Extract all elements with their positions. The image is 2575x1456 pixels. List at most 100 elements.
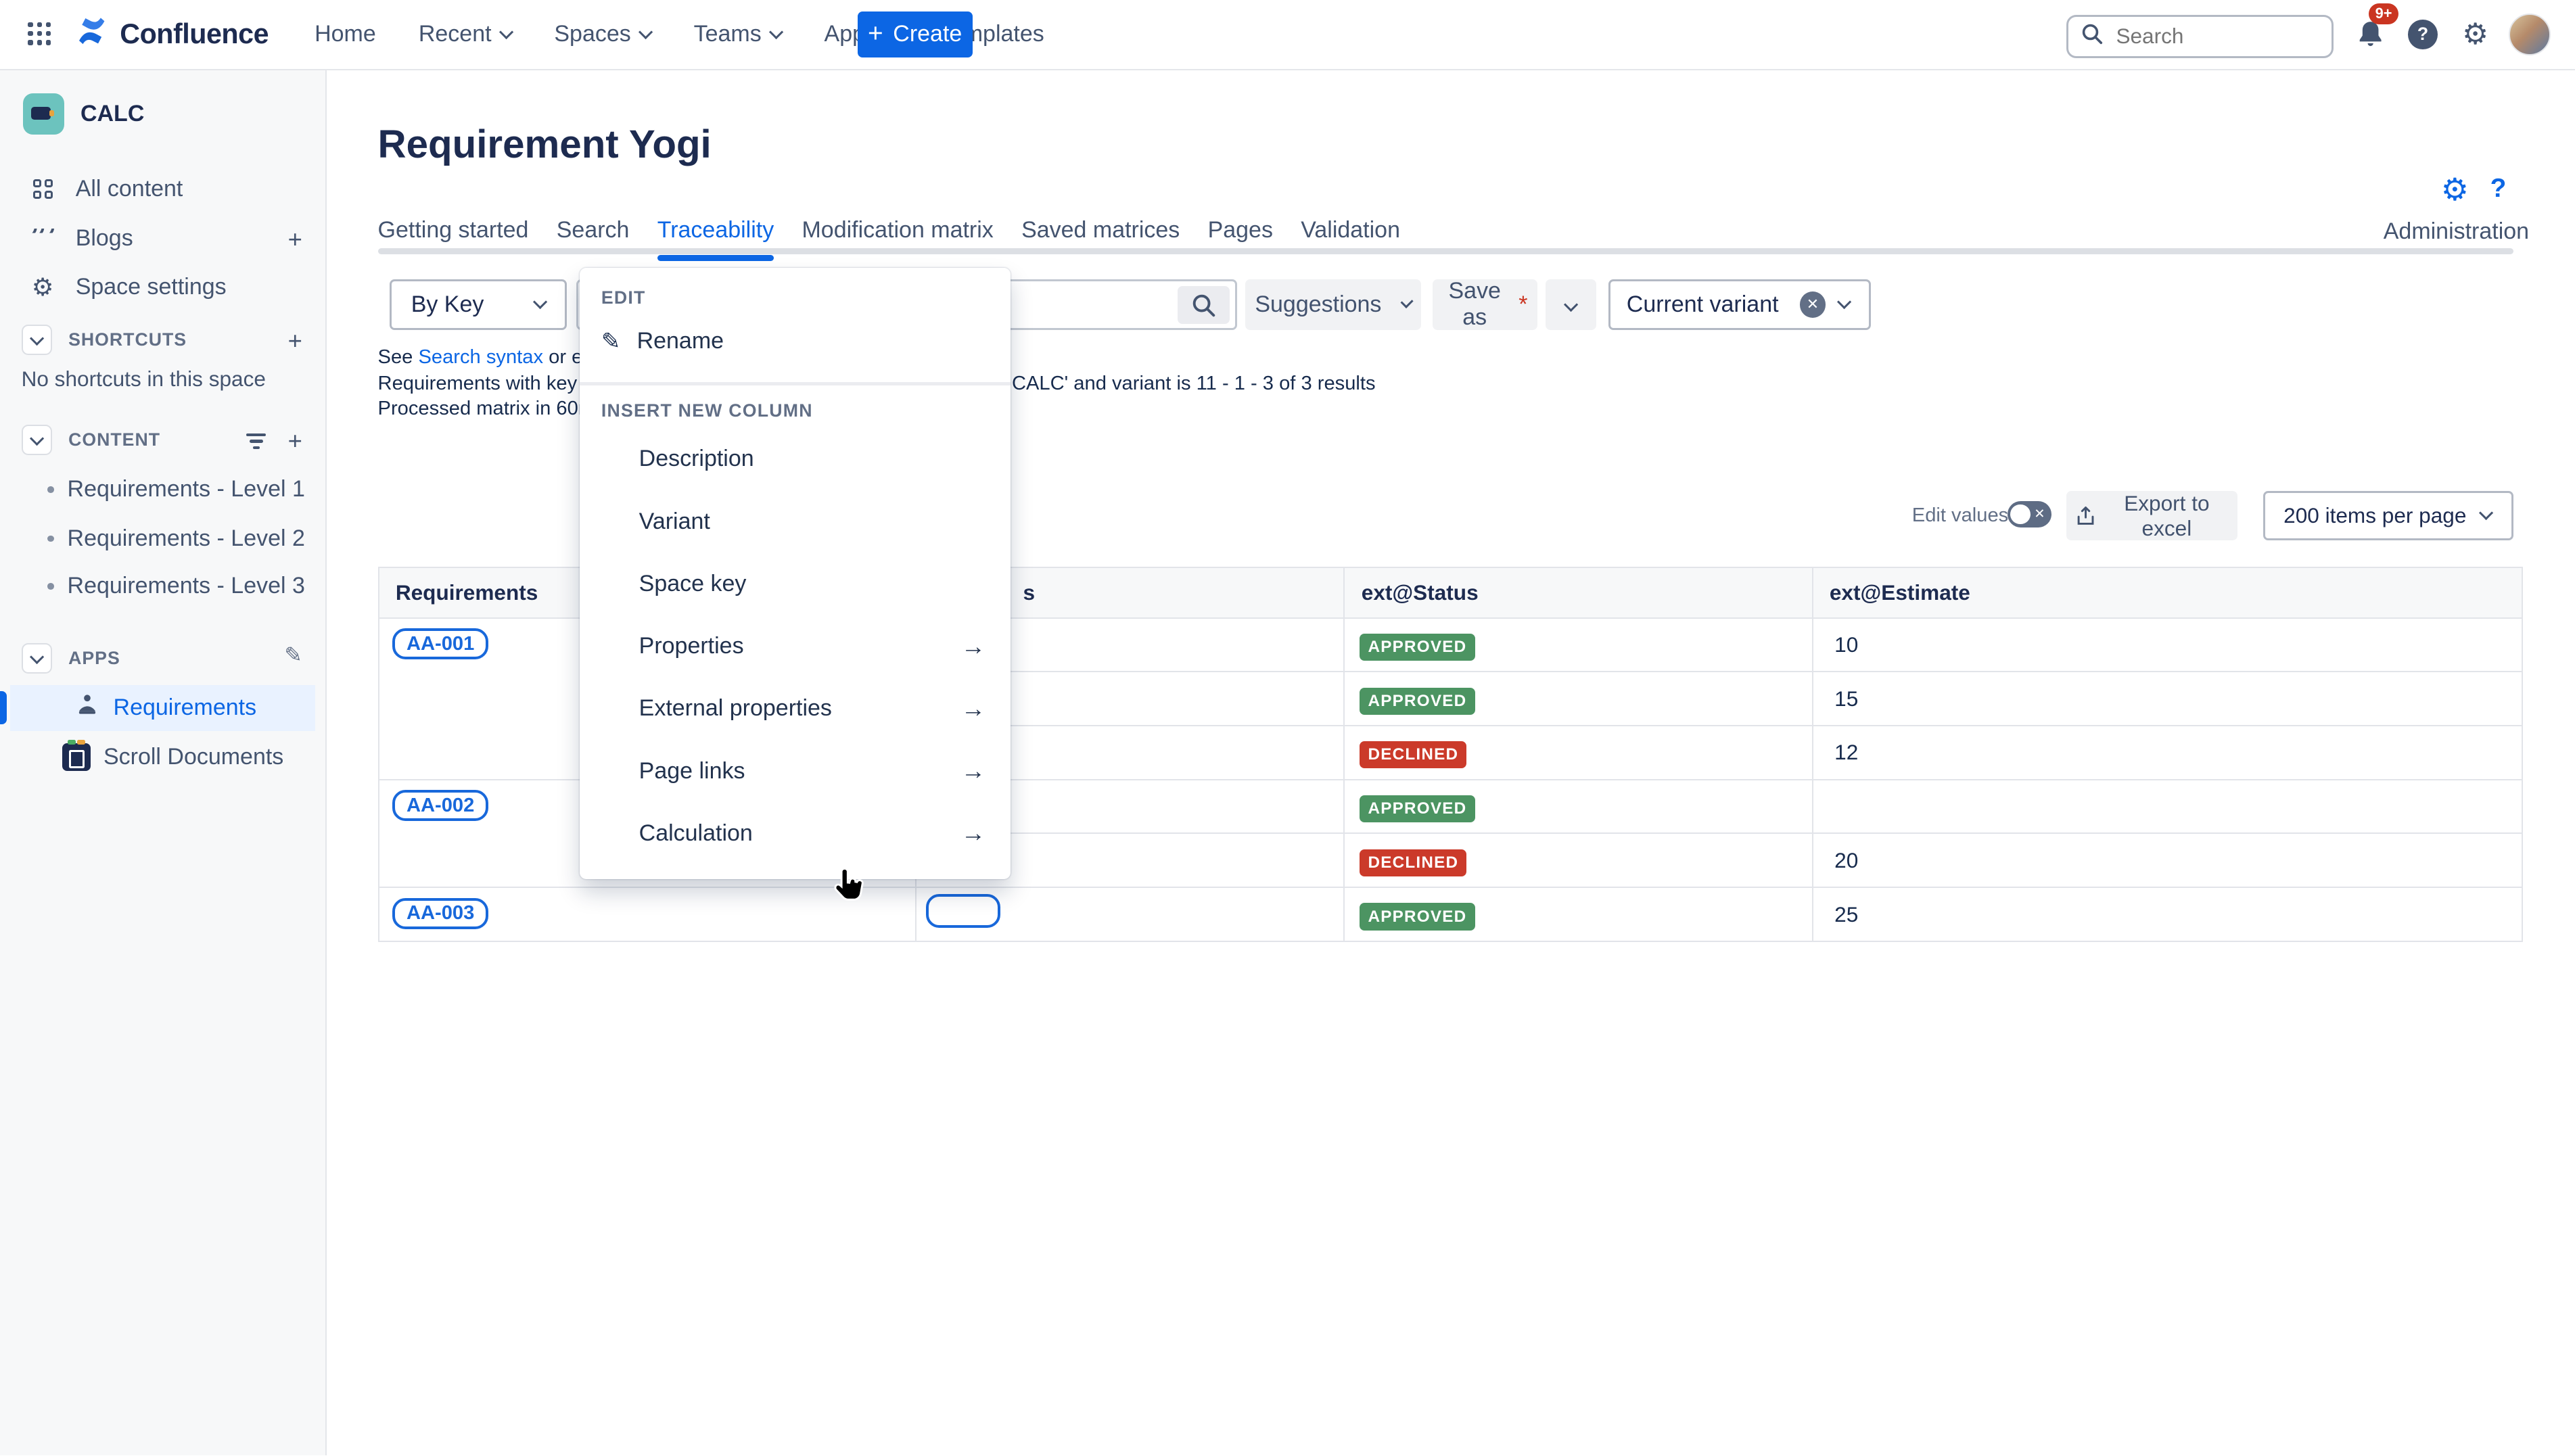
shortcuts-title: SHORTCUTS bbox=[68, 329, 187, 350]
space-icon bbox=[23, 93, 64, 135]
sidebar-app-requirements[interactable]: Requirements bbox=[0, 685, 325, 731]
status-badge: DECLINED bbox=[1360, 849, 1466, 876]
content-header: CONTENT + bbox=[0, 421, 325, 460]
app-switcher-icon[interactable] bbox=[28, 22, 52, 47]
sidebar-page-level1[interactable]: Requirements - Level 1 bbox=[0, 468, 325, 511]
page-gear-icon[interactable]: ⚙ bbox=[2441, 171, 2469, 208]
space-settings-gear-icon: ⚙ bbox=[30, 273, 56, 302]
col-ext-estimate[interactable]: ext@Estimate bbox=[1813, 567, 2522, 618]
clear-variant-icon[interactable]: ✕ bbox=[1800, 291, 1826, 318]
sidebar-item-blogs[interactable]: ”” Blogs + bbox=[0, 215, 325, 261]
tab-pages[interactable]: Pages bbox=[1208, 217, 1273, 256]
plus-icon: + bbox=[868, 19, 883, 49]
submenu-arrow-icon: → bbox=[961, 632, 985, 661]
scroll-documents-icon bbox=[62, 743, 90, 771]
estimate-value: 15 bbox=[1813, 672, 2522, 726]
collapse-shortcuts-button[interactable] bbox=[22, 325, 52, 355]
apps-header: APPS ✎ bbox=[0, 639, 325, 678]
search-input[interactable] bbox=[2113, 22, 2300, 51]
add-content-icon[interactable]: + bbox=[288, 427, 302, 455]
pencil-icon: ✎ bbox=[601, 328, 620, 355]
tab-getting-started[interactable]: Getting started bbox=[378, 217, 529, 256]
requirement-key-lozenge[interactable]: AA-002 bbox=[392, 790, 488, 821]
submenu-arrow-icon: → bbox=[961, 695, 985, 723]
menu-item-variant[interactable]: Variant bbox=[580, 490, 1010, 553]
column-context-menu: EDIT ✎ Rename INSERT NEW COLUMN Descript… bbox=[580, 268, 1010, 880]
page-help-icon[interactable]: ? bbox=[2490, 174, 2507, 204]
filter-icon[interactable] bbox=[246, 433, 266, 449]
menu-item-external-properties[interactable]: External properties→ bbox=[580, 678, 1010, 740]
tab-modification-matrix[interactable]: Modification matrix bbox=[802, 217, 994, 256]
add-blog-icon[interactable]: + bbox=[288, 225, 302, 254]
collapse-apps-button[interactable] bbox=[22, 643, 52, 674]
by-key-select[interactable]: By Key bbox=[390, 279, 567, 330]
nav-spaces[interactable]: Spaces bbox=[554, 21, 651, 47]
sidebar-item-space-settings[interactable]: ⚙ Space settings bbox=[0, 264, 325, 310]
requirement-key-lozenge[interactable]: AA-001 bbox=[392, 628, 488, 659]
menu-item-space-key[interactable]: Space key bbox=[580, 553, 1010, 615]
page-title: Requirement Yogi bbox=[378, 122, 712, 167]
menu-item-rename[interactable]: ✎ Rename bbox=[580, 312, 1010, 371]
collapse-content-button[interactable] bbox=[22, 425, 52, 455]
export-to-excel-button[interactable]: Export to excel bbox=[2066, 491, 2237, 540]
sidebar-app-scroll-documents[interactable]: Scroll Documents bbox=[0, 734, 325, 780]
settings-button[interactable]: ⚙ bbox=[2454, 13, 2497, 55]
notification-badge: 9+ bbox=[2369, 3, 2398, 24]
confluence-logo[interactable]: Confluence bbox=[74, 13, 269, 55]
toggle-off-icon: ✕ bbox=[2034, 506, 2045, 522]
partially-hidden-lozenge[interactable] bbox=[926, 894, 1000, 927]
save-as-more-button[interactable] bbox=[1546, 279, 1596, 330]
nav-recent[interactable]: Recent bbox=[419, 21, 511, 47]
tab-validation[interactable]: Validation bbox=[1301, 217, 1400, 256]
notifications-button[interactable]: 9+ bbox=[2349, 13, 2392, 55]
sidebar: CALC All content ”” Blogs + ⚙ Space sett… bbox=[0, 70, 327, 1455]
all-content-icon bbox=[30, 179, 56, 199]
items-per-page-select[interactable]: 200 items per page bbox=[2263, 491, 2513, 540]
global-search[interactable] bbox=[2066, 15, 2334, 58]
bullet-icon bbox=[47, 486, 54, 493]
edit-values-toggle[interactable]: ✕ bbox=[2008, 501, 2052, 527]
menu-item-properties[interactable]: Properties→ bbox=[580, 615, 1010, 677]
suggestions-button[interactable]: Suggestions bbox=[1245, 279, 1421, 330]
help-button[interactable]: ? bbox=[2401, 13, 2444, 55]
menu-edit-header: EDIT bbox=[601, 287, 1011, 308]
confluence-app: Confluence Home Recent Spaces Teams Apps… bbox=[0, 0, 2575, 1455]
estimate-value: 12 bbox=[1813, 726, 2522, 780]
sidebar-page-level2[interactable]: Requirements - Level 2 bbox=[0, 517, 325, 560]
tab-saved-matrices[interactable]: Saved matrices bbox=[1021, 217, 1180, 256]
chevron-down-icon bbox=[639, 25, 653, 39]
requirement-key-lozenge[interactable]: AA-003 bbox=[392, 898, 488, 929]
variant-select[interactable]: Current variant ✕ bbox=[1608, 279, 1872, 330]
space-name: CALC bbox=[80, 101, 144, 127]
sidebar-page-level3[interactable]: Requirements - Level 3 bbox=[0, 565, 325, 607]
question-icon: ? bbox=[2408, 20, 2438, 49]
menu-divider bbox=[580, 382, 1010, 385]
chevron-down-icon bbox=[532, 295, 547, 309]
run-search-button[interactable] bbox=[1178, 286, 1230, 324]
shortcuts-empty-text: No shortcuts in this space bbox=[22, 367, 266, 392]
space-header[interactable]: CALC bbox=[23, 93, 144, 135]
required-asterisk: * bbox=[1518, 291, 1527, 318]
administration-link[interactable]: Administration bbox=[2384, 218, 2529, 245]
avatar bbox=[2509, 14, 2551, 55]
tab-search[interactable]: Search bbox=[557, 217, 630, 256]
sidebar-item-all-content[interactable]: All content bbox=[0, 166, 325, 212]
search-syntax-link[interactable]: Search syntax bbox=[418, 346, 543, 368]
create-button[interactable]: +Create bbox=[858, 11, 973, 57]
edit-apps-pencil-icon[interactable]: ✎ bbox=[284, 642, 302, 667]
profile-button[interactable] bbox=[2508, 13, 2551, 55]
nav-teams[interactable]: Teams bbox=[694, 21, 782, 47]
save-as-button[interactable]: Save as* bbox=[1433, 279, 1537, 330]
estimate-value: 10 bbox=[1813, 618, 2522, 672]
status-badge: APPROVED bbox=[1360, 634, 1475, 661]
chevron-down-icon bbox=[1400, 296, 1413, 308]
col-ext-status[interactable]: ext@Status bbox=[1344, 567, 1812, 618]
nav-home[interactable]: Home bbox=[315, 21, 376, 47]
menu-item-calculation[interactable]: Calculation→ bbox=[580, 802, 1010, 864]
estimate-value: 25 bbox=[1813, 887, 2522, 941]
menu-item-description[interactable]: Description bbox=[580, 428, 1010, 490]
menu-item-page-links[interactable]: Page links→ bbox=[580, 740, 1010, 802]
chevron-down-icon bbox=[2479, 506, 2493, 520]
add-shortcut-icon[interactable]: + bbox=[288, 327, 302, 355]
tab-traceability[interactable]: Traceability bbox=[657, 217, 774, 256]
